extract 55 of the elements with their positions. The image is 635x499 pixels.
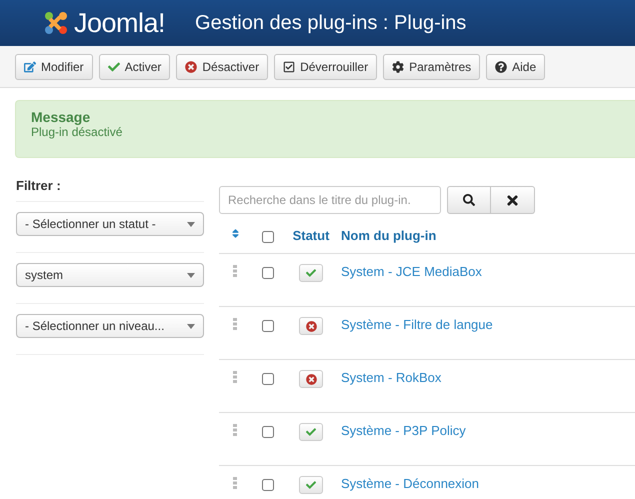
drag-handle-icon[interactable] [233, 318, 237, 330]
column-header[interactable]: Nom du plug-in [337, 228, 436, 243]
filter-select[interactable]: - Sélectionner un statut - [16, 212, 204, 236]
filter-title: Filtrer : [16, 178, 204, 202]
plugin-name-link[interactable]: Système - Déconnexion [337, 476, 480, 491]
check-icon [306, 427, 316, 437]
plugin-name-link[interactable]: System - JCE MediaBox [337, 264, 482, 279]
column-header[interactable]: Statut [292, 228, 330, 243]
drag-handle-icon[interactable] [233, 477, 237, 489]
close-icon [505, 192, 520, 208]
toolbar-button[interactable]: Modifier [15, 54, 93, 80]
row-checkbox[interactable] [262, 320, 274, 332]
check-icon [108, 60, 120, 72]
drag-handle-icon[interactable] [233, 424, 237, 436]
search-icon [463, 194, 475, 206]
status-toggle[interactable] [299, 264, 323, 282]
check-icon [306, 480, 316, 490]
plugin-name-link[interactable]: Système - P3P Policy [337, 423, 466, 438]
row-checkbox[interactable] [262, 479, 274, 491]
page-title: Gestion des plug-ins : Plug-ins [195, 12, 466, 34]
search-field[interactable]: Recherche dans le titre du plug-in. [219, 186, 441, 214]
checkbox-icon [283, 60, 296, 72]
logo-icon [42, 9, 70, 37]
logo-text: Joomla! [74, 8, 166, 38]
select-all-checkbox[interactable] [262, 231, 274, 243]
toolbar-button[interactable]: Aide [486, 54, 546, 80]
status-toggle[interactable] [299, 423, 323, 441]
filter-select[interactable]: system [16, 263, 204, 287]
toolbar-button[interactable]: Désactiver [176, 54, 268, 80]
filter-select[interactable]: - Sélectionner un niveau... [16, 314, 204, 338]
row-checkbox[interactable] [262, 373, 274, 385]
toolbar-button[interactable]: Activer [98, 54, 170, 80]
row-checkbox[interactable] [262, 267, 274, 279]
check-icon [306, 268, 316, 278]
edit-icon [24, 60, 36, 72]
help-icon [495, 60, 508, 72]
status-toggle[interactable] [299, 317, 323, 335]
row-checkbox[interactable] [262, 426, 274, 438]
message-text: Plug-in désactivé [31, 125, 122, 139]
gear-icon [392, 60, 404, 72]
toolbar-button[interactable]: Déverrouiller [274, 54, 378, 80]
plugin-name-link[interactable]: Système - Filtre de langue [337, 317, 493, 332]
search-button[interactable] [447, 186, 491, 214]
drag-handle-icon[interactable] [233, 371, 237, 383]
sort-icon[interactable] [230, 228, 240, 239]
caret-icon [187, 222, 195, 226]
plugin-name-link[interactable]: System - RokBox [337, 370, 442, 385]
status-toggle[interactable] [299, 476, 323, 494]
toolbar-button[interactable]: Paramètres [383, 54, 480, 80]
clear-button[interactable] [491, 186, 535, 214]
caret-icon [187, 272, 195, 278]
caret-icon [187, 324, 195, 328]
status-toggle[interactable] [299, 370, 323, 388]
message-heading: Message [31, 109, 90, 125]
drag-handle-icon[interactable] [233, 265, 237, 277]
